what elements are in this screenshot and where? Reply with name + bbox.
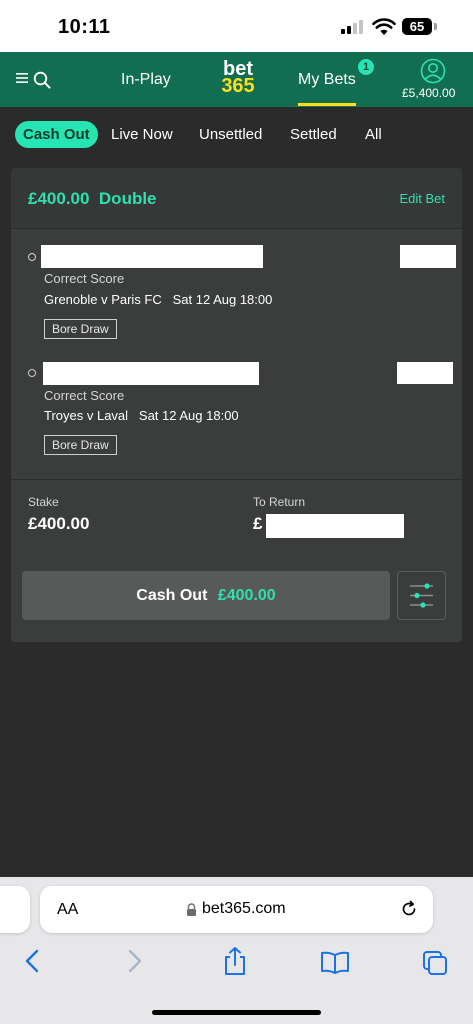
redacted-selection-name bbox=[43, 362, 259, 385]
filter-live-now[interactable]: Live Now bbox=[111, 126, 173, 143]
event-name: Grenoble v Paris FC bbox=[44, 292, 162, 307]
selection-result-tag: Bore Draw bbox=[44, 319, 117, 339]
reload-icon[interactable] bbox=[399, 899, 419, 919]
lock-icon bbox=[187, 903, 196, 916]
bet-card-header[interactable]: £400.00 Double Edit Bet bbox=[11, 168, 462, 229]
account-balance[interactable]: £5,400.00 bbox=[402, 86, 455, 100]
selection-event: Troyes v Laval Sat 12 Aug 18:00 bbox=[44, 408, 239, 423]
selection-status-icon bbox=[28, 253, 36, 261]
wifi-icon bbox=[372, 18, 396, 35]
previous-tab-preview[interactable] bbox=[0, 886, 30, 933]
return-currency: £ bbox=[253, 514, 263, 533]
bet365-logo[interactable]: bet 365 bbox=[217, 59, 259, 97]
url-text[interactable]: bet365.com bbox=[202, 900, 286, 918]
battery-indicator: 65 bbox=[402, 18, 432, 35]
active-tab-underline bbox=[298, 103, 356, 106]
redacted-odds bbox=[397, 362, 453, 384]
selection-market: Correct Score bbox=[44, 271, 125, 286]
bet-title: £400.00 Double bbox=[28, 189, 157, 209]
return-label: To Return bbox=[253, 495, 306, 509]
logo-bottom-text: 365 bbox=[221, 75, 255, 97]
account-icon[interactable] bbox=[420, 58, 446, 84]
share-icon[interactable] bbox=[222, 946, 248, 976]
cash-out-button[interactable]: Cash Out £400.00 bbox=[22, 571, 390, 620]
address-bar[interactable]: AA bet365.com bbox=[40, 886, 433, 933]
home-indicator bbox=[152, 1010, 321, 1015]
selection-status-icon bbox=[28, 369, 36, 377]
filter-cash-out[interactable]: Cash Out bbox=[15, 121, 98, 148]
cash-out-amount: £400.00 bbox=[217, 587, 276, 604]
browser-chrome: AA bet365.com bbox=[0, 877, 473, 1024]
settings-sliders-icon bbox=[410, 583, 433, 608]
status-bar: 10:11 65 bbox=[0, 0, 473, 52]
nav-mybets[interactable]: My Bets bbox=[298, 71, 356, 89]
bet-card: £400.00 Double Edit Bet Correct Score Gr… bbox=[11, 168, 462, 642]
cash-out-settings-button[interactable] bbox=[397, 571, 446, 620]
filter-unsettled[interactable]: Unsettled bbox=[199, 126, 262, 143]
selection-result-tag: Bore Draw bbox=[44, 435, 117, 455]
mybets-badge: 1 bbox=[358, 59, 374, 75]
bet-filter-tabs: Cash Out Live Now Unsettled Settled All bbox=[0, 107, 473, 165]
event-datetime: Sat 12 Aug 18:00 bbox=[138, 408, 239, 423]
stake-label: Stake bbox=[28, 495, 59, 509]
bet-type: Double bbox=[98, 189, 157, 208]
redacted-selection-name bbox=[41, 245, 263, 268]
redacted-return-value bbox=[266, 514, 404, 538]
edit-bet-button[interactable]: Edit Bet bbox=[399, 191, 445, 206]
selection-event: Grenoble v Paris FC Sat 12 Aug 18:00 bbox=[44, 292, 272, 307]
search-icon[interactable] bbox=[33, 71, 51, 89]
event-datetime: Sat 12 Aug 18:00 bbox=[172, 292, 273, 307]
menu-icon[interactable] bbox=[16, 72, 29, 84]
stake-value: £400.00 bbox=[28, 514, 90, 533]
tabs-icon[interactable] bbox=[421, 949, 449, 977]
battery-tip bbox=[434, 23, 437, 30]
status-time: 10:11 bbox=[58, 16, 111, 38]
cash-out-label: Cash Out bbox=[136, 587, 208, 604]
signal-icon bbox=[341, 20, 367, 34]
reader-options-button[interactable]: AA bbox=[57, 901, 78, 919]
filter-all[interactable]: All bbox=[365, 126, 382, 143]
bet-amount: £400.00 bbox=[28, 189, 90, 208]
bookmarks-icon[interactable] bbox=[320, 950, 350, 974]
filter-settled[interactable]: Settled bbox=[290, 126, 337, 143]
app-header: In-Play bet 365 My Bets 1 £5,400.00 bbox=[0, 52, 473, 107]
selection-market: Correct Score bbox=[44, 388, 125, 403]
back-icon[interactable] bbox=[22, 948, 42, 974]
forward-icon[interactable] bbox=[125, 948, 145, 974]
card-divider bbox=[11, 479, 462, 480]
nav-inplay[interactable]: In-Play bbox=[121, 71, 171, 89]
event-name: Troyes v Laval bbox=[44, 408, 129, 423]
redacted-odds bbox=[400, 245, 456, 268]
